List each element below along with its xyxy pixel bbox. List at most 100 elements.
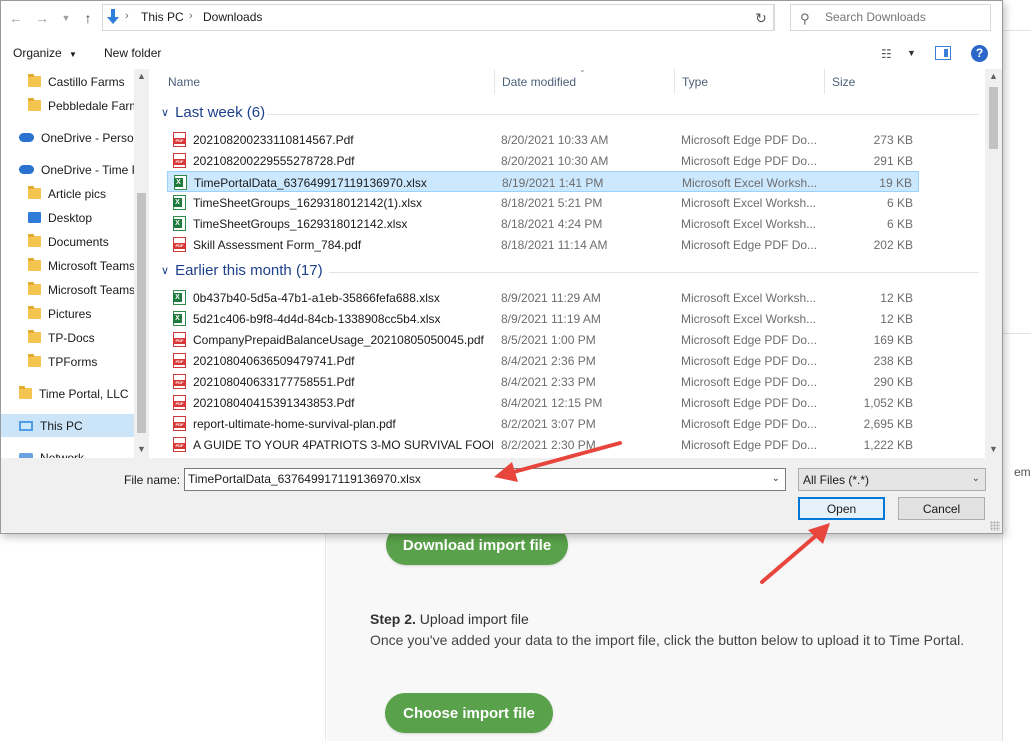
help-icon[interactable]: ? bbox=[971, 45, 988, 62]
file-type: Microsoft Edge PDF Do... bbox=[681, 417, 818, 431]
organize-button[interactable]: Organize ▼ bbox=[13, 46, 77, 60]
file-row[interactable]: 202108040415391343853.Pdf 8/4/2021 12:15 … bbox=[167, 392, 919, 413]
file-name-input[interactable] bbox=[188, 472, 758, 486]
navigation-pane: Castillo Farms Pebbledale Farm OneDrive - … bbox=[1, 69, 149, 458]
nav-item[interactable]: Desktop bbox=[1, 206, 134, 229]
group-divider bbox=[267, 114, 979, 115]
nav-item[interactable]: This PC bbox=[1, 414, 134, 437]
file-list: Name Date modified ⌄ Type Size ∨ Last wee… bbox=[149, 69, 1002, 458]
file-name: 5d21c406-b9f8-4d4d-84cb-1338908cc5b4.xls… bbox=[193, 312, 441, 326]
nav-item[interactable]: Microsoft Teams bbox=[1, 254, 134, 277]
file-list-scrollbar[interactable]: ▲ ▼ bbox=[985, 69, 1002, 458]
breadcrumb-downloads[interactable]: Downloads bbox=[203, 10, 262, 24]
recent-locations-chevron-icon[interactable]: ▼ bbox=[57, 9, 75, 27]
file-row[interactable]: CompanyPrepaidBalanceUsage_2021080505004… bbox=[167, 329, 919, 350]
nav-item-label: Network bbox=[40, 450, 85, 459]
file-size: 238 KB bbox=[873, 354, 913, 368]
building-icon bbox=[19, 386, 32, 399]
nav-item[interactable]: Time Portal, LLC bbox=[1, 382, 134, 405]
back-arrow-icon[interactable]: ← bbox=[7, 9, 25, 27]
file-name-field[interactable]: ⌄ bbox=[184, 468, 786, 491]
file-size: 169 KB bbox=[873, 333, 913, 347]
nav-item[interactable]: Pebbledale Farm bbox=[1, 94, 134, 117]
resize-grip-icon[interactable] bbox=[990, 521, 1000, 531]
step2-label: Step 2. bbox=[370, 611, 416, 627]
file-name: TimePortalData_637649917119136970.xlsx bbox=[194, 176, 427, 190]
nav-item[interactable]: Castillo Farms bbox=[1, 70, 134, 93]
group-header[interactable]: ∨ Earlier this month (17) bbox=[161, 262, 323, 279]
folder-icon bbox=[28, 74, 41, 87]
file-size: 1,222 KB bbox=[863, 438, 913, 452]
file-size: 290 KB bbox=[873, 375, 913, 389]
dialog-footer: File name: ⌄ All Files (*.*) ⌄ Open Canc… bbox=[1, 458, 1002, 533]
open-button[interactable]: Open bbox=[798, 497, 885, 520]
file-row[interactable]: report-ultimate-home-survival-plan.pdf 8/… bbox=[167, 413, 919, 434]
file-type-select[interactable]: All Files (*.*) ⌄ bbox=[798, 468, 986, 491]
file-name-dropdown-icon[interactable]: ⌄ bbox=[772, 473, 780, 484]
scroll-up-icon[interactable]: ▲ bbox=[137, 71, 146, 81]
file-row[interactable]: TimeSheetGroups_1629318012142(1).xlsx 8/1… bbox=[167, 192, 919, 213]
preview-pane-icon[interactable] bbox=[935, 46, 951, 60]
nav-item-label: Castillo Farms bbox=[48, 74, 125, 89]
forward-arrow-icon[interactable]: → bbox=[33, 9, 51, 27]
file-date: 8/5/2021 1:00 PM bbox=[501, 333, 596, 347]
cancel-button[interactable]: Cancel bbox=[898, 497, 985, 520]
nav-item[interactable]: Network bbox=[1, 446, 134, 458]
collapse-chevron-icon[interactable]: ∨ bbox=[161, 264, 169, 277]
nav-scroll-thumb[interactable] bbox=[137, 193, 146, 433]
excel-file-icon bbox=[173, 195, 186, 210]
column-header-size[interactable]: Size bbox=[825, 69, 985, 94]
file-type: Microsoft Edge PDF Do... bbox=[681, 238, 818, 252]
column-header-type[interactable]: Type bbox=[675, 69, 825, 94]
file-type: Microsoft Excel Worksh... bbox=[681, 312, 817, 326]
file-row[interactable]: 5d21c406-b9f8-4d4d-84cb-1338908cc5b4.xls… bbox=[167, 308, 919, 329]
file-row[interactable]: 202108040636509479741.Pdf 8/4/2021 2:36 P… bbox=[167, 350, 919, 371]
file-row[interactable]: Skill Assessment Form_784.pdf 8/18/2021 1… bbox=[167, 234, 919, 255]
change-view-icon[interactable]: ☷ bbox=[881, 47, 892, 61]
file-date: 8/18/2021 11:14 AM bbox=[501, 238, 608, 252]
file-row[interactable]: TimePortalData_637649917119136970.xlsx 8/… bbox=[167, 171, 919, 192]
breadcrumb-this-pc[interactable]: This PC bbox=[141, 10, 184, 24]
file-row[interactable]: 0b437b40-5d5a-47b1-a1eb-35866fefa688.xls… bbox=[167, 287, 919, 308]
search-icon: ⚲ bbox=[800, 11, 810, 26]
view-options-chevron-icon[interactable]: ▼ bbox=[907, 48, 916, 58]
nav-item[interactable]: Documents bbox=[1, 230, 134, 253]
file-name: 202108040633177758551.Pdf bbox=[193, 375, 355, 389]
nav-scrollbar[interactable]: ▲ ▼ bbox=[134, 69, 149, 458]
scroll-down-icon[interactable]: ▼ bbox=[137, 444, 146, 454]
choose-import-file-button[interactable]: Choose import file bbox=[385, 693, 553, 733]
excel-file-icon bbox=[173, 216, 186, 231]
refresh-icon[interactable]: ↻ bbox=[748, 4, 775, 31]
file-row[interactable]: 202108200233110814567.Pdf 8/20/2021 10:33… bbox=[167, 129, 919, 150]
nav-item[interactable]: Article pics bbox=[1, 182, 134, 205]
group-header[interactable]: ∨ Last week (6) bbox=[161, 104, 265, 121]
nav-item[interactable]: Microsoft Teams bbox=[1, 278, 134, 301]
column-header-name[interactable]: Name bbox=[161, 69, 495, 94]
file-type-value: All Files (*.*) bbox=[803, 473, 870, 487]
collapse-chevron-icon[interactable]: ∨ bbox=[161, 106, 169, 119]
pdf-file-icon bbox=[173, 395, 186, 410]
clipped-text: emple bbox=[1014, 465, 1031, 479]
up-arrow-icon[interactable]: ↑ bbox=[79, 9, 97, 27]
file-list-scroll-thumb[interactable] bbox=[989, 87, 998, 149]
search-box[interactable]: ⚲ bbox=[790, 4, 991, 31]
nav-item[interactable]: TP-Docs bbox=[1, 326, 134, 349]
nav-item[interactable]: Pictures bbox=[1, 302, 134, 325]
new-folder-button[interactable]: New folder bbox=[104, 46, 161, 60]
nav-item[interactable]: TPForms bbox=[1, 350, 134, 373]
address-box[interactable]: › This PC › Downloads ⌄ bbox=[102, 4, 829, 31]
nav-item-label: Pictures bbox=[48, 306, 92, 321]
breadcrumb-separator-icon: › bbox=[189, 10, 193, 22]
file-row[interactable]: 202108200229555278728.Pdf 8/20/2021 10:30… bbox=[167, 150, 919, 171]
scroll-down-icon[interactable]: ▼ bbox=[989, 444, 998, 454]
nav-item[interactable]: OneDrive - Personal bbox=[1, 126, 134, 149]
file-row[interactable]: 202108040633177758551.Pdf 8/4/2021 2:33 P… bbox=[167, 371, 919, 392]
search-input[interactable] bbox=[825, 10, 985, 24]
file-row[interactable]: TimeSheetGroups_1629318012142.xlsx 8/18/2… bbox=[167, 213, 919, 234]
nav-item[interactable]: OneDrive - Time Portal bbox=[1, 158, 134, 181]
file-type: Microsoft Edge PDF Do... bbox=[681, 375, 818, 389]
file-row[interactable]: A GUIDE TO YOUR 4PATRIOTS 3-MO SURVIVAL … bbox=[167, 434, 919, 455]
scroll-up-icon[interactable]: ▲ bbox=[989, 71, 998, 81]
file-name: TimeSheetGroups_1629318012142(1).xlsx bbox=[193, 196, 423, 210]
pdf-file-icon bbox=[173, 153, 186, 168]
